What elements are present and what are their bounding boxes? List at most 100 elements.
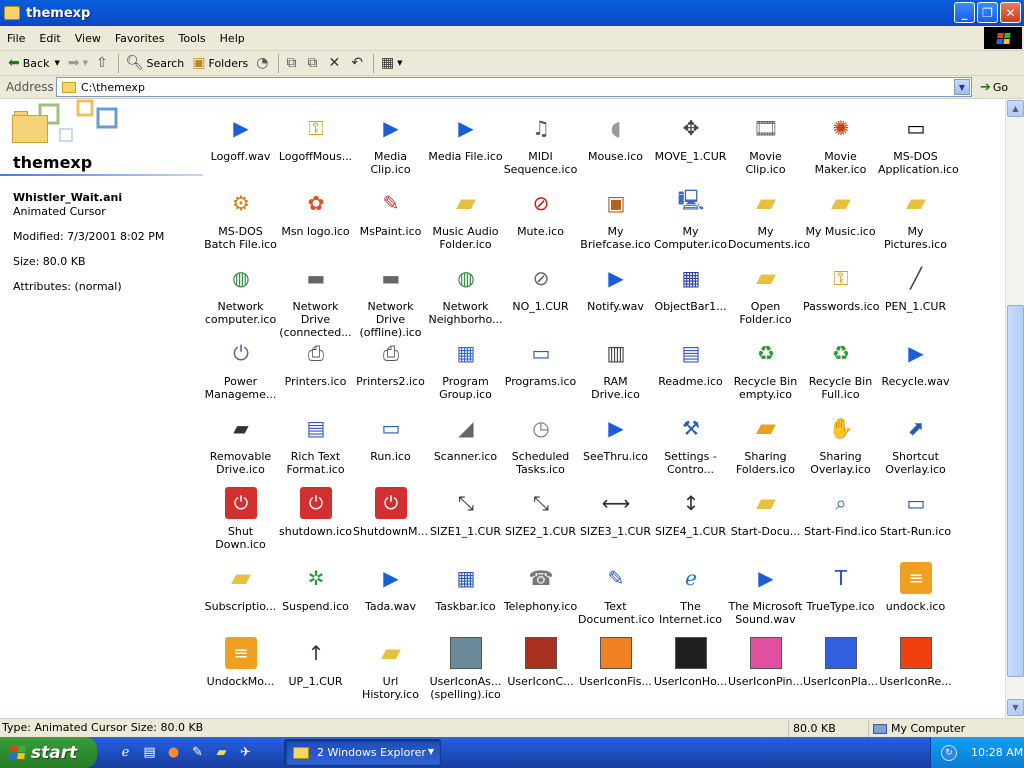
- file-item[interactable]: 🎞︎ Movie Clip.ico: [728, 99, 803, 176]
- file-item[interactable]: ▬ Network Drive (connected...: [278, 249, 353, 339]
- go-button[interactable]: ➔ Go: [980, 76, 1008, 98]
- file-item[interactable]: ▤ Rich Text Format.ico: [278, 399, 353, 476]
- file-item[interactable]: UserIconPla...: [803, 624, 878, 694]
- file-item[interactable]: ◍ Network computer.ico: [203, 249, 278, 326]
- file-item[interactable]: ✲ Suspend.ico: [278, 549, 353, 619]
- chevron-down-icon[interactable]: ▼: [83, 59, 88, 67]
- file-item[interactable]: ✎ MsPaint.ico: [353, 174, 428, 244]
- undo-button[interactable]: ↶: [347, 53, 370, 74]
- file-item[interactable]: ✿ Msn logo.ico: [278, 174, 353, 244]
- file-item[interactable]: ↑ UP_1.CUR: [278, 624, 353, 694]
- file-item[interactable]: ✎ Text Document.ico: [578, 549, 654, 626]
- file-item[interactable]: ▶ Recycle.wav: [878, 324, 953, 394]
- file-item[interactable]: ⏻ shutdown.ico: [278, 474, 353, 544]
- file-item[interactable]: 🖳 My Computer.ico: [653, 174, 728, 251]
- menu-file[interactable]: File: [0, 32, 32, 45]
- file-item[interactable]: UserIconFis...: [578, 624, 653, 694]
- file-item[interactable]: ⬈ Shortcut Overlay.ico: [878, 399, 953, 476]
- tray-network-icon[interactable]: ↻: [941, 744, 957, 761]
- file-list[interactable]: ▶ Logoff.wav ⚿ LogoffMous... ▶ Media Clip.ico…: [203, 99, 1005, 718]
- taskbar-button-windows-explorer[interactable]: 2 Windows Explorer ▼: [284, 739, 441, 766]
- explorer-icon[interactable]: ▰: [212, 743, 231, 762]
- menu-favorites[interactable]: Favorites: [108, 32, 172, 45]
- file-item[interactable]: ⤡ SIZE2_1.CUR: [503, 474, 578, 544]
- file-item[interactable]: ▶ Media File.ico: [428, 99, 503, 169]
- file-item[interactable]: UserIconC...: [503, 624, 578, 694]
- internet-explorer-icon[interactable]: ℯ: [116, 743, 135, 762]
- file-item[interactable]: ♫ MIDI Sequence.ico: [503, 99, 578, 176]
- file-item[interactable]: ⏻ Shut Down.ico: [203, 474, 278, 551]
- forward-button[interactable]: ➡ ▼: [64, 53, 92, 74]
- file-item[interactable]: ⚙ MS-DOS Batch File.ico: [203, 174, 278, 251]
- file-item[interactable]: ⟷ SIZE3_1.CUR: [578, 474, 653, 544]
- file-item[interactable]: ⚿ Passwords.ico: [803, 249, 879, 319]
- file-item[interactable]: UserIconHo...: [653, 624, 728, 694]
- file-item[interactable]: ⌕ Start-Find.ico: [803, 474, 878, 544]
- move-to-button[interactable]: ⧉: [282, 53, 303, 74]
- up-folder-button[interactable]: ⇧: [92, 53, 115, 74]
- scroll-thumb[interactable]: [1007, 305, 1024, 677]
- file-item[interactable]: ▭ Programs.ico: [503, 324, 578, 394]
- file-item[interactable]: ▰ Removable Drive.ico: [203, 399, 278, 476]
- address-input[interactable]: C:\themexp ▼: [56, 77, 972, 97]
- copy-to-button[interactable]: ⧉: [303, 53, 324, 74]
- file-item[interactable]: ♻ Recycle Bin empty.ico: [728, 324, 803, 401]
- plane-icon[interactable]: ✈: [236, 743, 255, 762]
- history-button[interactable]: ◔: [252, 53, 275, 74]
- file-item[interactable]: ▬ Network Drive (offline).ico: [353, 249, 428, 339]
- file-item[interactable]: ▦ Program Group.ico: [428, 324, 503, 401]
- file-item[interactable]: ▰ Sharing Folders.ico: [728, 399, 803, 476]
- file-item[interactable]: ◷ Scheduled Tasks.ico: [503, 399, 578, 476]
- folders-button[interactable]: ▣ Folders: [188, 53, 252, 74]
- notepad-icon[interactable]: ✎: [188, 743, 207, 762]
- menu-tools[interactable]: Tools: [172, 32, 213, 45]
- file-item[interactable]: ▶ The Microsoft Sound.wav: [728, 549, 803, 626]
- file-item[interactable]: ⚒ Settings - Contro...: [653, 399, 728, 476]
- file-item[interactable]: ▭ MS-DOS Application.ico: [878, 99, 959, 176]
- address-dropdown-button[interactable]: ▼: [954, 79, 970, 95]
- file-item[interactable]: ▭ Start-Run.ico: [878, 474, 953, 544]
- file-item[interactable]: ☎ Telephony.ico: [503, 549, 578, 619]
- maximize-button[interactable]: ❐: [977, 2, 998, 23]
- title-bar[interactable]: themexp _ ❐ ✕: [0, 0, 1024, 26]
- views-button[interactable]: ▦ ▼: [377, 53, 407, 74]
- search-button[interactable]: 🔍︎ Search: [122, 53, 189, 74]
- start-button[interactable]: start: [0, 737, 97, 768]
- file-item[interactable]: ▦ ObjectBar1...: [653, 249, 728, 319]
- file-item[interactable]: ▶ Notify.wav: [578, 249, 653, 319]
- minimize-button[interactable]: _: [954, 2, 975, 23]
- file-item[interactable]: ▰ Start-Docu...: [728, 474, 803, 544]
- menu-help[interactable]: Help: [213, 32, 252, 45]
- file-item[interactable]: ▥ RAM Drive.ico: [578, 324, 653, 401]
- close-button[interactable]: ✕: [1000, 2, 1021, 23]
- file-item[interactable]: ⏻ ShutdownM...: [353, 474, 428, 544]
- file-item[interactable]: ⎙ Printers.ico: [278, 324, 353, 394]
- file-item[interactable]: ≡ UndockMo...: [203, 624, 278, 694]
- firefox-icon[interactable]: ●: [164, 743, 183, 762]
- scroll-up-button[interactable]: ▲: [1007, 100, 1024, 117]
- file-item[interactable]: ╱ PEN_1.CUR: [878, 249, 953, 319]
- vertical-scrollbar[interactable]: ▲ ▼: [1005, 99, 1024, 718]
- file-item[interactable]: ✋ Sharing Overlay.ico: [803, 399, 878, 476]
- desktop-icon[interactable]: ▤: [140, 743, 159, 762]
- file-item[interactable]: ◢ Scanner.ico: [428, 399, 503, 469]
- menu-edit[interactable]: Edit: [32, 32, 67, 45]
- chevron-down-icon[interactable]: ▼: [397, 59, 402, 67]
- file-item[interactable]: ▶ Logoff.wav: [203, 99, 278, 169]
- file-item[interactable]: ▣ My Briefcase.ico: [578, 174, 653, 251]
- file-item[interactable]: ▤ Readme.ico: [653, 324, 728, 394]
- file-item[interactable]: ↕ SIZE4_1.CUR: [653, 474, 728, 544]
- file-item[interactable]: UserIconPin...: [728, 624, 803, 694]
- file-item[interactable]: ▦ Taskbar.ico: [428, 549, 503, 619]
- file-item[interactable]: ℯ The Internet.ico: [653, 549, 728, 626]
- file-item[interactable]: ⚿ LogoffMous...: [278, 99, 353, 169]
- file-item[interactable]: ▰ Url History.ico: [353, 624, 428, 701]
- file-item[interactable]: ⊘ Mute.ico: [503, 174, 578, 244]
- file-item[interactable]: ✺ Movie Maker.ico: [803, 99, 878, 176]
- file-item[interactable]: ◍ Network Neighborho...: [428, 249, 503, 326]
- file-item[interactable]: ▰ My Pictures.ico: [878, 174, 953, 251]
- file-item[interactable]: ✥ MOVE_1.CUR: [653, 99, 728, 169]
- scroll-down-button[interactable]: ▼: [1007, 699, 1024, 716]
- file-item[interactable]: ▰ Music Audio Folder.ico: [428, 174, 503, 251]
- file-item[interactable]: ▰ My Documents.ico: [728, 174, 810, 251]
